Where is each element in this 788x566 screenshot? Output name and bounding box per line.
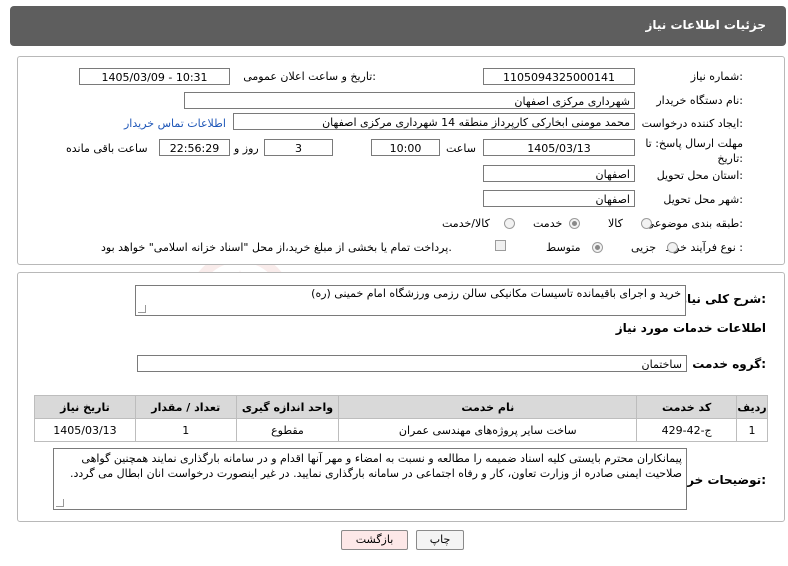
days-label: روز و — [234, 142, 259, 155]
creator-label: ایجاد کننده درخواست: — [641, 117, 743, 130]
announce-label: تاریخ و ساعت اعلان عمومی: — [243, 70, 376, 83]
time-label: ساعت — [446, 142, 476, 155]
summary-field: خرید و اجرای باقیمانده تاسیسات مکانیکی س… — [135, 285, 686, 316]
remaining-time-field: 22:56:29 — [159, 139, 230, 156]
category-radio-service[interactable] — [569, 218, 580, 229]
services-table: ردیف کد خدمت نام خدمت واحد اندازه گیری ت… — [34, 395, 768, 442]
category-radio-goods-service[interactable] — [504, 218, 515, 229]
category-label: طبقه بندی موضوعی: — [645, 217, 743, 230]
cell-service-code: ج-42-429 — [636, 418, 738, 442]
city-label: شهر محل تحویل: — [663, 193, 743, 206]
col-header-need-date: تاریخ نیاز — [34, 395, 136, 419]
announce-field: 1405/03/09 - 10:31 — [79, 68, 230, 85]
city-field: اصفهان — [483, 190, 635, 207]
cell-need-date: 1405/03/13 — [34, 418, 136, 442]
table-header-row: ردیف کد خدمت نام خدمت واحد اندازه گیری ت… — [34, 395, 768, 419]
category-option-goods-service: کالا/خدمت — [442, 217, 490, 230]
resize-grip[interactable] — [138, 305, 146, 313]
process-option-minor: جزیی — [631, 241, 657, 254]
cell-row-number: 1 — [736, 418, 768, 442]
buyer-org-field: شهرداری مرکزی اصفهان — [184, 92, 635, 109]
summary-text: خرید و اجرای باقیمانده تاسیسات مکانیکی س… — [311, 287, 681, 300]
buyer-contact-link[interactable]: اطلاعات تماس خریدار — [124, 117, 226, 130]
creator-field: محمد مومنی ابخارکی کارپرداز منطقه 14 شهر… — [233, 113, 635, 130]
resize-grip[interactable] — [56, 499, 64, 507]
deadline-time-field: 10:00 — [371, 139, 440, 156]
info-panel — [17, 56, 785, 265]
deadline-date-field: 1405/03/13 — [483, 139, 635, 156]
back-button[interactable]: بازگشت — [341, 530, 408, 550]
buyer-notes-field: پیمانکاران محترم بایستی کلیه اسناد ضمیمه… — [53, 448, 687, 510]
category-radio-goods[interactable] — [641, 218, 652, 229]
process-option-medium: متوسط — [546, 241, 581, 254]
col-header-quantity: تعداد / مقدار — [134, 395, 237, 419]
summary-label: شرح کلی نیاز: — [680, 292, 766, 306]
col-header-service-name: نام خدمت — [338, 395, 638, 419]
process-radio-medium[interactable] — [592, 242, 603, 253]
page-title: جزئیات اطلاعات نیاز — [645, 18, 766, 32]
need-number-label: شماره نیاز: — [690, 70, 743, 83]
payment-checkbox[interactable] — [495, 240, 506, 251]
table-row: 1 ج-42-429 ساخت سایر پروژه‌های مهندسی عم… — [34, 418, 768, 442]
cell-unit: مقطوع — [235, 418, 340, 442]
deadline-label-line1: مهلت ارسال پاسخ: تا — [645, 137, 743, 150]
province-field: اصفهان — [483, 165, 635, 182]
days-field: 3 — [264, 139, 333, 156]
remaining-label: ساعت باقی مانده — [66, 142, 148, 155]
buyer-notes-text: پیمانکاران محترم بایستی کلیه اسناد ضمیمه… — [69, 452, 682, 480]
process-radio-minor[interactable] — [667, 242, 678, 253]
services-section-title: اطلاعات خدمات مورد نیاز — [615, 321, 766, 335]
service-group-label: گروه خدمت: — [692, 357, 766, 371]
cell-service-name: ساخت سایر پروژه‌های مهندسی عمران — [338, 418, 638, 442]
service-group-field: ساختمان — [137, 355, 687, 372]
title-bar: جزئیات اطلاعات نیاز — [10, 6, 786, 46]
print-button[interactable]: چاپ — [416, 530, 464, 550]
col-header-row-number: ردیف — [736, 395, 768, 419]
need-number-field: 1105094325000141 — [483, 68, 635, 85]
deadline-label-line2: تاریخ: — [717, 152, 743, 165]
category-option-goods: کالا — [608, 217, 623, 230]
payment-note: پرداخت تمام یا بخشی از مبلغ خرید،از محل … — [101, 241, 452, 254]
col-header-unit: واحد اندازه گیری — [235, 395, 340, 419]
category-option-service: خدمت — [533, 217, 563, 230]
province-label: استان محل تحویل: — [656, 169, 743, 182]
cell-quantity: 1 — [134, 418, 237, 442]
buyer-org-label: نام دستگاه خریدار: — [656, 94, 743, 107]
col-header-service-code: کد خدمت — [636, 395, 738, 419]
